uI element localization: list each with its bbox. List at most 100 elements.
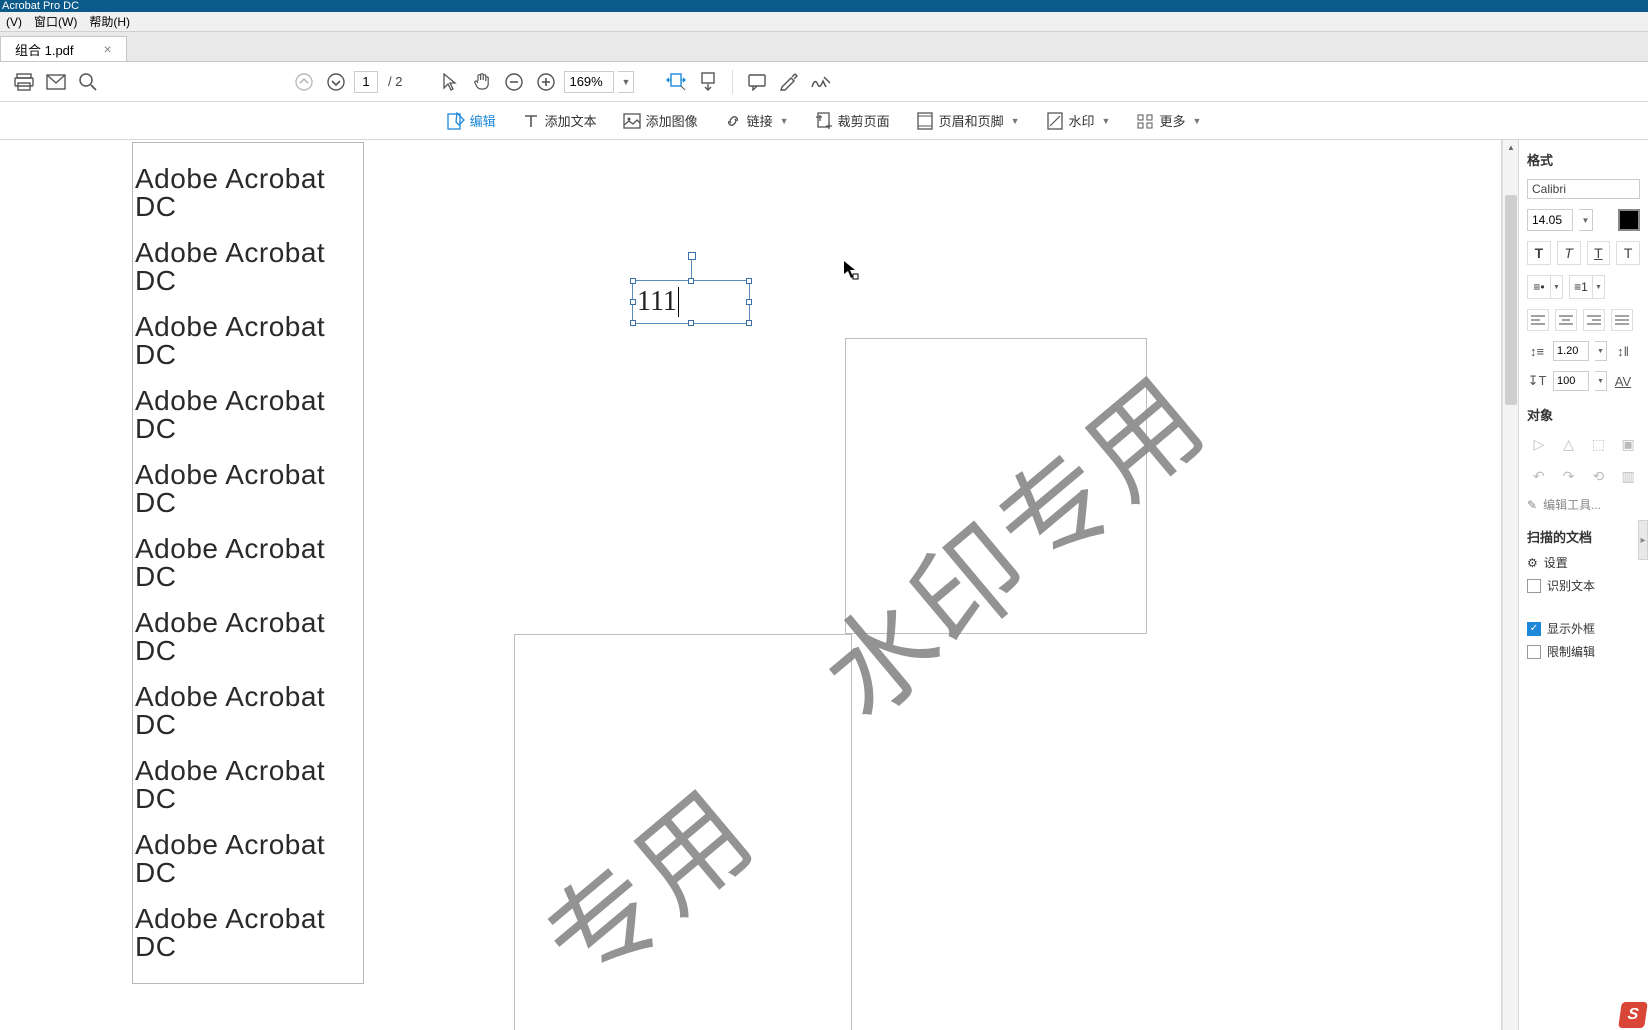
header-footer-button[interactable]: 页眉和页脚 ▼: [910, 108, 1026, 133]
sign-icon[interactable]: [807, 68, 835, 96]
watermark-button[interactable]: 水印 ▼: [1040, 108, 1117, 133]
bullet-list-button[interactable]: ≡•▼: [1527, 275, 1563, 299]
add-image-button[interactable]: 添加图像: [617, 108, 704, 133]
resize-handle[interactable]: [630, 278, 636, 284]
crop-button[interactable]: 裁剪页面: [809, 108, 896, 133]
document-area[interactable]: Adobe Acrobat DC Adobe Acrobat DC Adobe …: [0, 140, 1502, 1030]
search-icon[interactable]: [74, 68, 102, 96]
tray-letter: S: [1626, 1006, 1639, 1024]
flip-vertical-button[interactable]: △: [1557, 432, 1581, 456]
resize-handle[interactable]: [688, 278, 694, 284]
format-title: 格式: [1527, 150, 1640, 169]
document-tab[interactable]: 组合 1.pdf ×: [0, 36, 127, 61]
align-center-button[interactable]: [1555, 309, 1577, 331]
menu-help[interactable]: 帮助(H): [83, 13, 136, 30]
email-icon[interactable]: [42, 68, 70, 96]
format-panel: 格式 Calibri ▼ T T T T ≡•▼ ≡1▼ ↕≡ ▼ ↕: [1518, 140, 1648, 1030]
italic-button[interactable]: T: [1557, 241, 1581, 265]
recognize-text-checkbox[interactable]: [1527, 579, 1541, 593]
toolbar-separator: [732, 70, 733, 94]
text-block[interactable]: Adobe Acrobat DC Adobe Acrobat DC Adobe …: [132, 142, 364, 984]
kerning-icon[interactable]: AV: [1613, 371, 1633, 391]
paragraph-spacing-icon[interactable]: ↕‖: [1613, 341, 1633, 361]
image-icon: [623, 112, 641, 130]
line-spacing-dropdown[interactable]: ▼: [1595, 341, 1607, 361]
crop-object-button[interactable]: ⬚: [1587, 432, 1611, 456]
number-list-button[interactable]: ≡1▼: [1569, 275, 1605, 299]
fit-page-icon[interactable]: [694, 68, 722, 96]
rotate-ccw-button[interactable]: ↶: [1527, 464, 1551, 488]
font-selector[interactable]: Calibri: [1527, 179, 1640, 199]
restrict-edit-checkbox[interactable]: [1527, 645, 1541, 659]
font-color-swatch[interactable]: [1618, 209, 1640, 231]
align-justify-button[interactable]: [1611, 309, 1633, 331]
resize-handle[interactable]: [688, 320, 694, 326]
more-button[interactable]: 更多 ▼: [1130, 108, 1207, 133]
recognize-text-label: 识别文本: [1547, 577, 1595, 594]
selected-text-box[interactable]: 111: [632, 280, 750, 324]
font-size-input[interactable]: [1527, 209, 1573, 231]
edit-tools-link[interactable]: ✎ 编辑工具...: [1527, 496, 1640, 513]
zoom-level-input[interactable]: [564, 71, 614, 93]
link-label: 链接: [747, 111, 773, 130]
menu-window[interactable]: 窗口(W): [28, 13, 83, 30]
comment-icon[interactable]: [743, 68, 771, 96]
zoom-out-icon[interactable]: [500, 68, 528, 96]
pencil-icon: ✎: [1527, 498, 1537, 512]
scrollbar-thumb[interactable]: [1505, 195, 1517, 405]
rotate-cw-button[interactable]: ↷: [1557, 464, 1581, 488]
fit-width-icon[interactable]: [662, 68, 690, 96]
highlight-icon[interactable]: [775, 68, 803, 96]
watermark-frame[interactable]: [845, 338, 1147, 634]
page-down-icon[interactable]: [322, 68, 350, 96]
edit-button[interactable]: 编辑: [441, 108, 502, 133]
tab-close-button[interactable]: ×: [104, 41, 112, 57]
zoom-dropdown-button[interactable]: ▼: [618, 71, 634, 93]
panel-collapse-handle[interactable]: ▸: [1638, 520, 1648, 560]
chevron-down-icon: ▼: [1102, 116, 1111, 126]
resize-handle[interactable]: [746, 299, 752, 305]
more-icon: [1136, 112, 1154, 130]
char-scale-dropdown[interactable]: ▼: [1595, 371, 1607, 391]
select-tool-icon[interactable]: [436, 68, 464, 96]
align-object-button[interactable]: ▥: [1616, 464, 1640, 488]
print-icon[interactable]: [10, 68, 38, 96]
zoom-in-icon[interactable]: [532, 68, 560, 96]
align-right-button[interactable]: [1583, 309, 1605, 331]
resize-handle[interactable]: [746, 320, 752, 326]
tab-strip: 组合 1.pdf ×: [0, 32, 1648, 62]
edit-toolbar: 编辑 添加文本 添加图像 链接 ▼ 裁剪页面 页眉和页脚 ▼ 水印 ▼ 更多 ▼: [0, 102, 1648, 140]
menu-view[interactable]: (V): [0, 15, 28, 29]
watermark-label: 水印: [1069, 111, 1095, 130]
text-line: Adobe Acrobat DC: [135, 165, 361, 221]
link-button[interactable]: 链接 ▼: [718, 108, 795, 133]
arrange-button[interactable]: ▣: [1616, 432, 1640, 456]
editing-text[interactable]: 111: [637, 286, 677, 318]
replace-button[interactable]: ⟲: [1587, 464, 1611, 488]
hand-tool-icon[interactable]: [468, 68, 496, 96]
page-number-input[interactable]: [354, 71, 378, 93]
sogou-ime-icon[interactable]: S: [1618, 1002, 1648, 1028]
resize-handle[interactable]: [630, 320, 636, 326]
resize-handle[interactable]: [746, 278, 752, 284]
line-spacing-icon: ↕≡: [1527, 341, 1547, 361]
watermark-frame[interactable]: [514, 634, 852, 1030]
settings-link[interactable]: ⚙ 设置: [1527, 554, 1640, 571]
flip-horizontal-button[interactable]: ▷: [1527, 432, 1551, 456]
text-style-button[interactable]: T: [1616, 241, 1640, 265]
font-size-dropdown[interactable]: ▼: [1579, 209, 1593, 231]
text-line: Adobe Acrobat DC: [135, 831, 361, 887]
char-scale-input[interactable]: [1553, 371, 1589, 391]
mouse-cursor-icon: [843, 260, 859, 280]
vertical-scrollbar[interactable]: ▲: [1502, 140, 1518, 1030]
add-text-button[interactable]: 添加文本: [516, 108, 603, 133]
page-up-icon[interactable]: [290, 68, 318, 96]
scroll-up-icon[interactable]: ▲: [1506, 143, 1516, 153]
bold-button[interactable]: T: [1527, 241, 1551, 265]
underline-button[interactable]: T: [1587, 241, 1611, 265]
resize-handle[interactable]: [630, 299, 636, 305]
show-boxes-label: 显示外框: [1547, 620, 1595, 637]
show-boxes-checkbox[interactable]: ✓: [1527, 622, 1541, 636]
line-spacing-input[interactable]: [1553, 341, 1589, 361]
align-left-button[interactable]: [1527, 309, 1549, 331]
